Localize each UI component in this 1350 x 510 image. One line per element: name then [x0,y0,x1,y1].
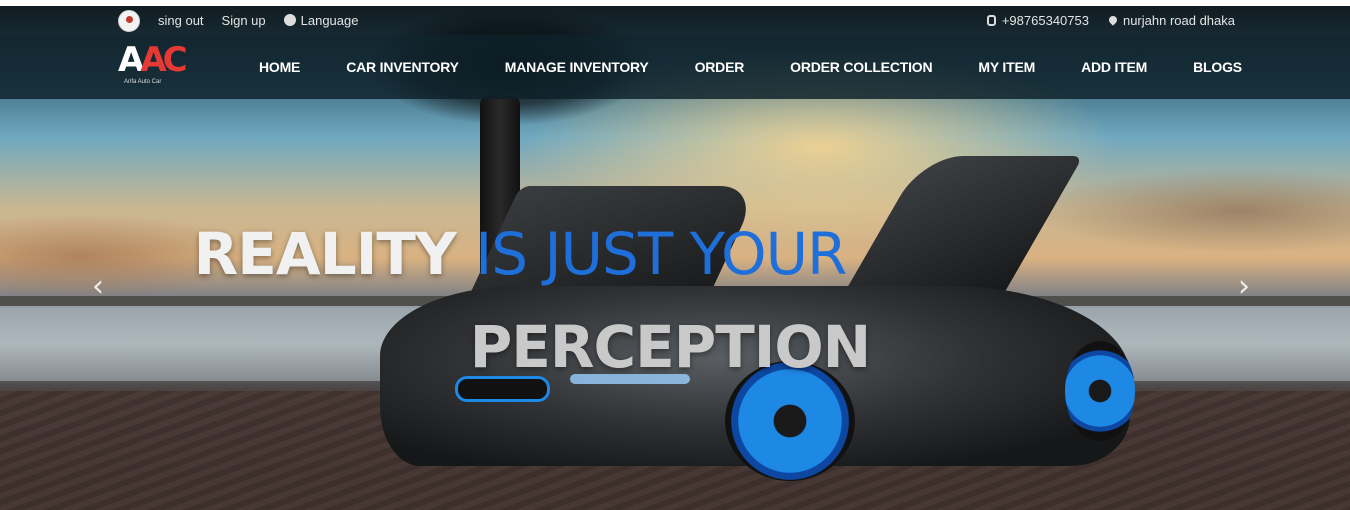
nav-item-manage-inventory[interactable]: MANAGE INVENTORY [482,59,672,75]
sign-out-link[interactable]: sing out [158,13,204,28]
nav-item-blogs[interactable]: BLOGS [1170,59,1265,75]
nav-item-order[interactable]: ORDER [672,59,768,75]
phone-icon [986,15,996,26]
nav-item-car-inventory[interactable]: CAR INVENTORY [323,59,482,75]
globe-icon [283,14,296,26]
nav-item-add-item[interactable]: ADD ITEM [1058,59,1170,75]
carousel-prev-icon[interactable]: ‹ [92,272,110,302]
sign-up-link[interactable]: Sign up [222,13,266,28]
nav-item-home[interactable]: HOME [236,59,323,75]
logo-mark: AAC [118,41,188,79]
language-label: Language [300,13,359,28]
contact-address: nurjahn road dhaka [1107,13,1235,28]
contact-phone: +98765340753 [986,13,1089,28]
headline-blue-text: IS JUST YOUR [475,220,847,288]
phone-number: +98765340753 [1001,13,1089,28]
main-navbar: AAC Arifa Auto Car HOME CAR INVENTORY MA… [0,35,1350,99]
nav-menu: HOME CAR INVENTORY MANAGE INVENTORY ORDE… [236,35,1265,99]
address-text: nurjahn road dhaka [1122,13,1235,28]
logo-letters-ac: AC [140,40,187,80]
nav-item-my-item[interactable]: MY ITEM [955,59,1058,75]
carousel-next-icon[interactable]: › [1238,272,1256,302]
language-link[interactable]: Language [283,13,359,28]
nav-item-order-collection[interactable]: ORDER COLLECTION [767,59,955,75]
headline-white-text: REALITY [193,220,476,288]
hero-headline-line2: PERCEPTION [469,313,871,381]
location-pin-icon [1107,14,1119,26]
hero-headline-line1: REALITY IS JUST YOUR [0,220,1195,288]
site-logo[interactable]: AAC Arifa Auto Car [118,41,188,93]
top-bar: sing out Sign up Language +98765340753 n… [0,6,1350,35]
user-avatar[interactable] [118,9,140,32]
logo-letter-a: A [118,40,144,80]
